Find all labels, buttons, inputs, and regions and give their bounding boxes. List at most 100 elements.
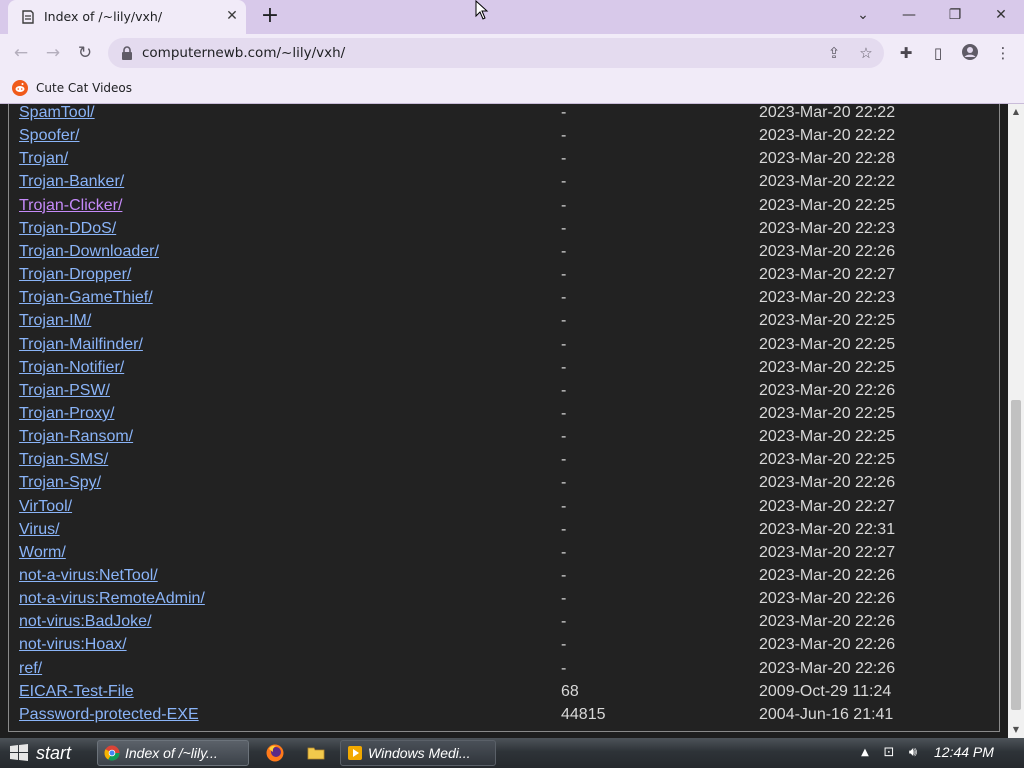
table-row: SpamTool/ - 2023-Mar-20 22:22 bbox=[9, 104, 999, 127]
minimize-icon[interactable]: — bbox=[895, 4, 923, 28]
tab-title: Index of /~lily/vxh/ bbox=[44, 9, 163, 24]
last-modified: 2023-Mar-20 22:25 bbox=[759, 335, 896, 353]
file-link[interactable]: Spoofer/ bbox=[19, 127, 79, 145]
browser-tab[interactable]: Index of /~lily/vxh/ ✕ bbox=[8, 0, 246, 34]
reddit-icon bbox=[12, 80, 28, 96]
scroll-up-arrow-icon[interactable]: ▲ bbox=[1008, 104, 1024, 120]
file-link[interactable]: Trojan-Dropper/ bbox=[19, 266, 131, 284]
restore-icon[interactable]: ❐ bbox=[941, 4, 969, 28]
network-icon[interactable]: ⊡ bbox=[880, 743, 898, 763]
side-panel-icon[interactable]: ▯ bbox=[927, 43, 949, 65]
address-bar[interactable]: computernewb.com/~lily/vxh/ ⇪ ☆ bbox=[108, 38, 884, 68]
table-row: Trojan-Proxy/ - 2023-Mar-20 22:25 bbox=[9, 405, 999, 428]
file-link[interactable]: Trojan-PSW/ bbox=[19, 382, 110, 400]
start-button[interactable]: start bbox=[2, 739, 88, 767]
file-link[interactable]: Trojan-DDoS/ bbox=[19, 220, 116, 238]
last-modified: 2023-Mar-20 22:27 bbox=[759, 543, 896, 561]
taskbar: start Index of /~lily... Windows Medi...… bbox=[0, 738, 1024, 768]
vertical-scrollbar[interactable]: ▲ ▼ bbox=[1008, 104, 1024, 738]
page-content: SpamTool/ - 2023-Mar-20 22:22 Spoofer/ - 2023… bbox=[0, 104, 1008, 738]
reload-icon[interactable]: ↻ bbox=[74, 42, 96, 64]
last-modified: 2023-Mar-20 22:22 bbox=[759, 173, 896, 191]
file-size: - bbox=[561, 266, 567, 284]
table-row: EICAR-Test-File 68 2009-Oct-29 11:24 bbox=[9, 683, 999, 706]
forward-arrow-icon[interactable]: → bbox=[42, 42, 64, 64]
last-modified: 2023-Mar-20 22:25 bbox=[759, 196, 896, 214]
file-size: - bbox=[561, 104, 567, 121]
show-hidden-icons-arrow-icon[interactable]: ▲ bbox=[858, 743, 872, 763]
volume-icon[interactable]: 🔊︎ bbox=[904, 743, 922, 763]
file-link[interactable]: Trojan-Spy/ bbox=[19, 474, 101, 492]
file-link[interactable]: Trojan-Ransom/ bbox=[19, 428, 133, 446]
table-row: Trojan-Dropper/ - 2023-Mar-20 22:27 bbox=[9, 266, 999, 289]
table-row: Worm/ - 2023-Mar-20 22:27 bbox=[9, 544, 999, 567]
file-link[interactable]: Trojan-GameThief/ bbox=[19, 289, 153, 307]
share-icon[interactable]: ⇪ bbox=[824, 43, 844, 63]
table-row: Password-protected-EXE 44815 2004-Jun-16 2… bbox=[9, 706, 999, 729]
windows-flag-icon bbox=[10, 744, 28, 761]
back-arrow-icon[interactable]: ← bbox=[10, 42, 32, 64]
bookmark-star-icon[interactable]: ☆ bbox=[856, 43, 876, 63]
file-link[interactable]: ref/ bbox=[19, 660, 42, 678]
last-modified: 2023-Mar-20 22:26 bbox=[759, 613, 896, 631]
file-size: 68 bbox=[561, 682, 579, 700]
file-link[interactable]: Worm/ bbox=[19, 544, 66, 562]
file-link[interactable]: Trojan-Proxy/ bbox=[19, 405, 114, 423]
file-link[interactable]: VirTool/ bbox=[19, 498, 72, 516]
file-size: - bbox=[561, 335, 567, 353]
scrollbar-thumb[interactable] bbox=[1011, 400, 1021, 710]
last-modified: 2023-Mar-20 22:26 bbox=[759, 242, 896, 260]
file-link[interactable]: not-a-virus:NetTool/ bbox=[19, 567, 158, 585]
file-link[interactable]: Trojan-Banker/ bbox=[19, 173, 124, 191]
scroll-down-arrow-icon[interactable]: ▼ bbox=[1008, 722, 1024, 738]
close-window-icon[interactable]: ✕ bbox=[987, 4, 1015, 28]
table-row: Trojan/ - 2023-Mar-20 22:28 bbox=[9, 150, 999, 173]
file-link[interactable]: Password-protected-EXE bbox=[19, 706, 199, 724]
tab-search-icon[interactable]: ⌄ bbox=[849, 4, 877, 28]
file-link[interactable]: Trojan-Clicker/ bbox=[19, 197, 122, 215]
folder-icon[interactable] bbox=[306, 743, 326, 763]
file-size: - bbox=[561, 497, 567, 515]
file-link[interactable]: EICAR-Test-File bbox=[19, 683, 134, 701]
last-modified: 2023-Mar-20 22:31 bbox=[759, 520, 896, 538]
firefox-icon[interactable] bbox=[265, 743, 285, 763]
file-size: - bbox=[561, 404, 567, 422]
file-link[interactable]: Trojan-Downloader/ bbox=[19, 243, 159, 261]
bookmarks-bar: Cute Cat Videos bbox=[0, 72, 1024, 104]
file-link[interactable]: not-a-virus:RemoteAdmin/ bbox=[19, 590, 205, 608]
file-size: - bbox=[561, 567, 567, 584]
last-modified: 2023-Mar-20 22:25 bbox=[759, 404, 896, 422]
file-link[interactable]: SpamTool/ bbox=[19, 104, 95, 122]
table-row: Trojan-Ransom/ - 2023-Mar-20 22:25 bbox=[9, 428, 999, 451]
last-modified: 2023-Mar-20 22:25 bbox=[759, 428, 896, 446]
file-link[interactable]: Trojan/ bbox=[19, 150, 68, 168]
table-row: Trojan-IM/ - 2023-Mar-20 22:25 bbox=[9, 312, 999, 335]
taskbar-item-browser[interactable]: Index of /~lily... bbox=[97, 740, 249, 766]
table-row: Trojan-Clicker/ - 2023-Mar-20 22:25 bbox=[9, 197, 999, 220]
file-link[interactable]: Trojan-SMS/ bbox=[19, 451, 108, 469]
taskbar-item-label: Windows Medi... bbox=[368, 745, 471, 761]
table-row: Trojan-Spy/ - 2023-Mar-20 22:26 bbox=[9, 474, 999, 497]
file-link[interactable]: Virus/ bbox=[19, 521, 60, 539]
media-player-icon bbox=[348, 746, 362, 760]
table-row: Trojan-Mailfinder/ - 2023-Mar-20 22:25 bbox=[9, 336, 999, 359]
table-row: Trojan-PSW/ - 2023-Mar-20 22:26 bbox=[9, 382, 999, 405]
last-modified: 2023-Mar-20 22:26 bbox=[759, 381, 896, 399]
file-link[interactable]: not-virus:BadJoke/ bbox=[19, 613, 152, 631]
menu-kebab-icon[interactable]: ⋮ bbox=[992, 43, 1014, 65]
profile-avatar-icon[interactable] bbox=[959, 43, 981, 65]
taskbar-item-media-player[interactable]: Windows Medi... bbox=[340, 740, 496, 766]
file-link[interactable]: not-virus:Hoax/ bbox=[19, 636, 127, 654]
file-link[interactable]: Trojan-Notifier/ bbox=[19, 359, 124, 377]
file-link[interactable]: Trojan-Mailfinder/ bbox=[19, 336, 143, 354]
file-size: - bbox=[561, 173, 567, 191]
lock-icon bbox=[122, 46, 132, 60]
extensions-puzzle-icon[interactable]: ✚ bbox=[895, 43, 917, 65]
close-tab-icon[interactable]: ✕ bbox=[224, 8, 240, 24]
bookmark-cute-cat-videos[interactable]: Cute Cat Videos bbox=[12, 78, 132, 98]
url-text: computernewb.com/~lily/vxh/ bbox=[142, 45, 346, 61]
new-tab-button[interactable]: + bbox=[258, 5, 282, 29]
file-link[interactable]: Trojan-IM/ bbox=[19, 312, 91, 330]
file-size: - bbox=[561, 312, 567, 330]
taskbar-clock[interactable]: 12:44 PM bbox=[934, 744, 994, 760]
